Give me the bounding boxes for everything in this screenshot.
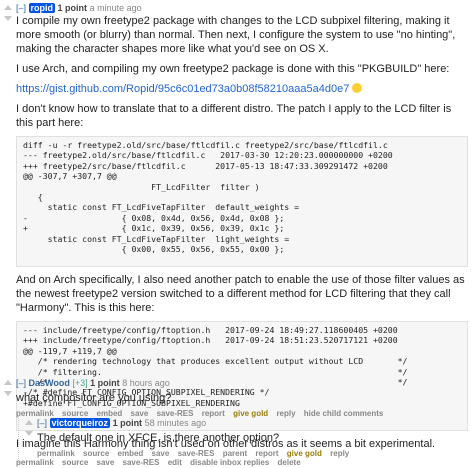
comment-time: 8 hours ago [122,378,170,388]
permalink-button[interactable]: permalink [37,449,75,458]
gist-link[interactable]: https://gist.github.com/Ropid/95c6c01ed7… [16,83,349,95]
comment-body: what compositor are you using? [16,391,468,405]
comment-time: 58 minutes ago [144,418,207,428]
comment-text: The default one in XFCE, is there anothe… [37,432,280,444]
author-link[interactable]: victorqueiroz [49,418,111,428]
comment-body: The default one in XFCE, is there anothe… [37,431,467,445]
collapse-toggle[interactable]: [–] [37,418,47,428]
collapse-toggle[interactable]: [–] [16,378,26,388]
comment-time: a minute ago [89,3,142,13]
reply-button[interactable]: reply [330,449,349,458]
comment-tagline: [–] DasWood [+3] 1 point 8 hours ago [16,377,468,389]
upvote-arrow-icon[interactable] [4,5,12,10]
comment-score: 1 point [57,3,88,13]
comment-score: 1 point [112,418,143,428]
comment-tagline: [–] ropid 1 point a minute ago [16,2,468,14]
report-button[interactable]: report [255,449,278,458]
save-res-button[interactable]: save-RES [178,449,215,458]
parent-button[interactable]: parent [223,449,247,458]
upvote-arrow-icon[interactable] [4,380,12,385]
collapse-toggle[interactable]: [–] [16,3,26,13]
source-button[interactable]: source [83,449,109,458]
comment-buttons: permalink source embed save save-RES par… [37,448,467,459]
author-link[interactable]: ropid [28,3,56,13]
upvote-arrow-icon[interactable] [25,420,33,425]
comment-text: what compositor are you using? [16,392,172,404]
comment-paragraph: And on Arch specifically, I also need an… [16,274,465,314]
downvote-arrow-icon[interactable] [4,391,12,396]
comment-victorqueiroz: [–] victorqueiroz 1 point 58 minutes ago… [18,415,471,463]
give-gold-button[interactable]: give gold [287,449,322,458]
comment-tagline: [–] victorqueiroz 1 point 58 minutes ago [37,417,467,429]
downvote-arrow-icon[interactable] [4,16,12,21]
user-tag: [+3] [72,378,88,388]
emoji-icon [352,83,363,93]
save-button[interactable]: save [152,449,170,458]
author-link[interactable]: DasWood [29,378,70,388]
comment-paragraph: I use Arch, and compiling my own freetyp… [16,63,450,75]
comment-paragraph: I don't know how to translate that to a … [16,103,452,129]
embed-button[interactable]: embed [118,449,144,458]
comment-paragraph: I compile my own freetype2 package with … [16,15,456,55]
code-block-patch-lcd: diff -u -r freetype2.old/src/base/ftlcdf… [16,136,468,267]
comment-score: 1 point [90,378,120,388]
comment-thread: [–] ropid 1 point a minute ago I compile… [0,0,474,467]
downvote-arrow-icon[interactable] [25,431,33,436]
